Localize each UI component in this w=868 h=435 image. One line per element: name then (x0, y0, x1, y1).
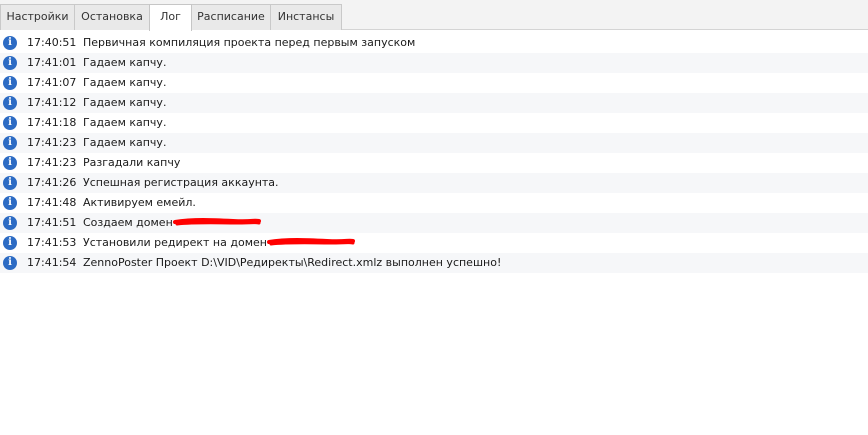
log-entry[interactable]: i 17:41:12 Гадаем капчу. (0, 93, 868, 113)
log-message: Создаем домен (83, 213, 261, 233)
tab-log[interactable]: Лог (149, 4, 192, 31)
redaction-scribble (172, 217, 261, 226)
info-icon: i (3, 76, 17, 90)
log-message: Гадаем капчу. (83, 113, 166, 133)
log-time: 17:41:53 (27, 236, 77, 249)
log-message-text: Разгадали капчу (83, 156, 181, 169)
log-entry[interactable]: i 17:41:23 Гадаем капчу. (0, 133, 868, 153)
log-time: 17:41:48 (27, 196, 77, 209)
log-message-text: Успешная регистрация аккаунта. (83, 176, 279, 189)
log-message-text: Установили редирект на домен (83, 236, 267, 249)
info-icon: i (3, 156, 17, 170)
info-icon: i (3, 176, 17, 190)
redaction-scribble (266, 237, 355, 246)
info-icon: i (3, 136, 17, 150)
log-entry[interactable]: i 17:41:53 Установили редирект на домен (0, 233, 868, 253)
log-message-text: Активируем емейл. (83, 196, 196, 209)
log-message: Гадаем капчу. (83, 93, 166, 113)
tab-settings[interactable]: Настройки (0, 4, 75, 30)
log-message-text: Первичная компиляция проекта перед первы… (83, 36, 416, 49)
log-message: ZennoPoster Проект D:\VID\Редиректы\Redi… (83, 253, 501, 273)
log-message-text: Гадаем капчу. (83, 116, 167, 129)
log-time: 17:41:23 (27, 156, 77, 169)
log-message: Разгадали капчу (83, 153, 180, 173)
log-message-text: Гадаем капчу. (83, 76, 167, 89)
log-time: 17:41:01 (27, 56, 77, 69)
log-message: Гадаем капчу. (83, 53, 166, 73)
info-icon: i (3, 96, 17, 110)
log-list[interactable]: i 17:40:51 Первичная компиляция проекта пе… (0, 33, 868, 273)
info-icon: i (3, 216, 17, 230)
log-message-text: Создаем домен (83, 216, 173, 229)
log-time: 17:41:18 (27, 116, 77, 129)
log-message: Успешная регистрация аккаунта. (83, 173, 279, 193)
log-message: Гадаем капчу. (83, 133, 166, 153)
log-message: Активируем емейл. (83, 193, 196, 213)
log-entry[interactable]: i 17:41:01 Гадаем капчу. (0, 53, 868, 73)
info-icon: i (3, 36, 17, 50)
log-time: 17:41:51 (27, 216, 77, 229)
log-message: Первичная компиляция проекта перед первы… (83, 33, 415, 53)
info-icon: i (3, 236, 17, 250)
log-entry[interactable]: i 17:41:54 ZennoPoster Проект D:\VID\Редир… (0, 253, 868, 273)
info-icon: i (3, 116, 17, 130)
log-entry[interactable]: i 17:41:18 Гадаем капчу. (0, 113, 868, 133)
log-entry[interactable]: i 17:41:07 Гадаем капчу. (0, 73, 868, 93)
info-icon: i (3, 56, 17, 70)
info-icon: i (3, 196, 17, 210)
log-entry[interactable]: i 17:41:23 Разгадали капчу (0, 153, 868, 173)
log-entry[interactable]: i 17:41:51 Создаем домен (0, 213, 868, 233)
log-message-text: Гадаем капчу. (83, 136, 167, 149)
log-entry[interactable]: i 17:41:26 Успешная регистрация аккаунта. (0, 173, 868, 193)
info-icon: i (3, 256, 17, 270)
log-time: 17:40:51 (27, 36, 77, 49)
log-time: 17:41:07 (27, 76, 77, 89)
log-time: 17:41:26 (27, 176, 77, 189)
tabs: Настройки Остановка Лог Расписание Инста… (0, 4, 342, 31)
tab-stop[interactable]: Остановка (74, 4, 150, 30)
log-message: Гадаем капчу. (83, 73, 166, 93)
log-entry[interactable]: i 17:40:51 Первичная компиляция проекта пе… (0, 33, 868, 53)
tab-instances[interactable]: Инстансы (270, 4, 342, 30)
log-message-text: Гадаем капчу. (83, 56, 167, 69)
log-time: 17:41:12 (27, 96, 77, 109)
log-message: Установили редирект на домен (83, 233, 355, 253)
tab-schedule[interactable]: Расписание (191, 4, 271, 30)
log-time: 17:41:23 (27, 136, 77, 149)
log-entry[interactable]: i 17:41:48 Активируем емейл. (0, 193, 868, 213)
log-time: 17:41:54 (27, 256, 77, 269)
tab-bar: Настройки Остановка Лог Расписание Инста… (0, 0, 868, 31)
log-message-text: Гадаем капчу. (83, 96, 167, 109)
log-message-text: ZennoPoster Проект D:\VID\Редиректы\Redi… (83, 256, 502, 269)
